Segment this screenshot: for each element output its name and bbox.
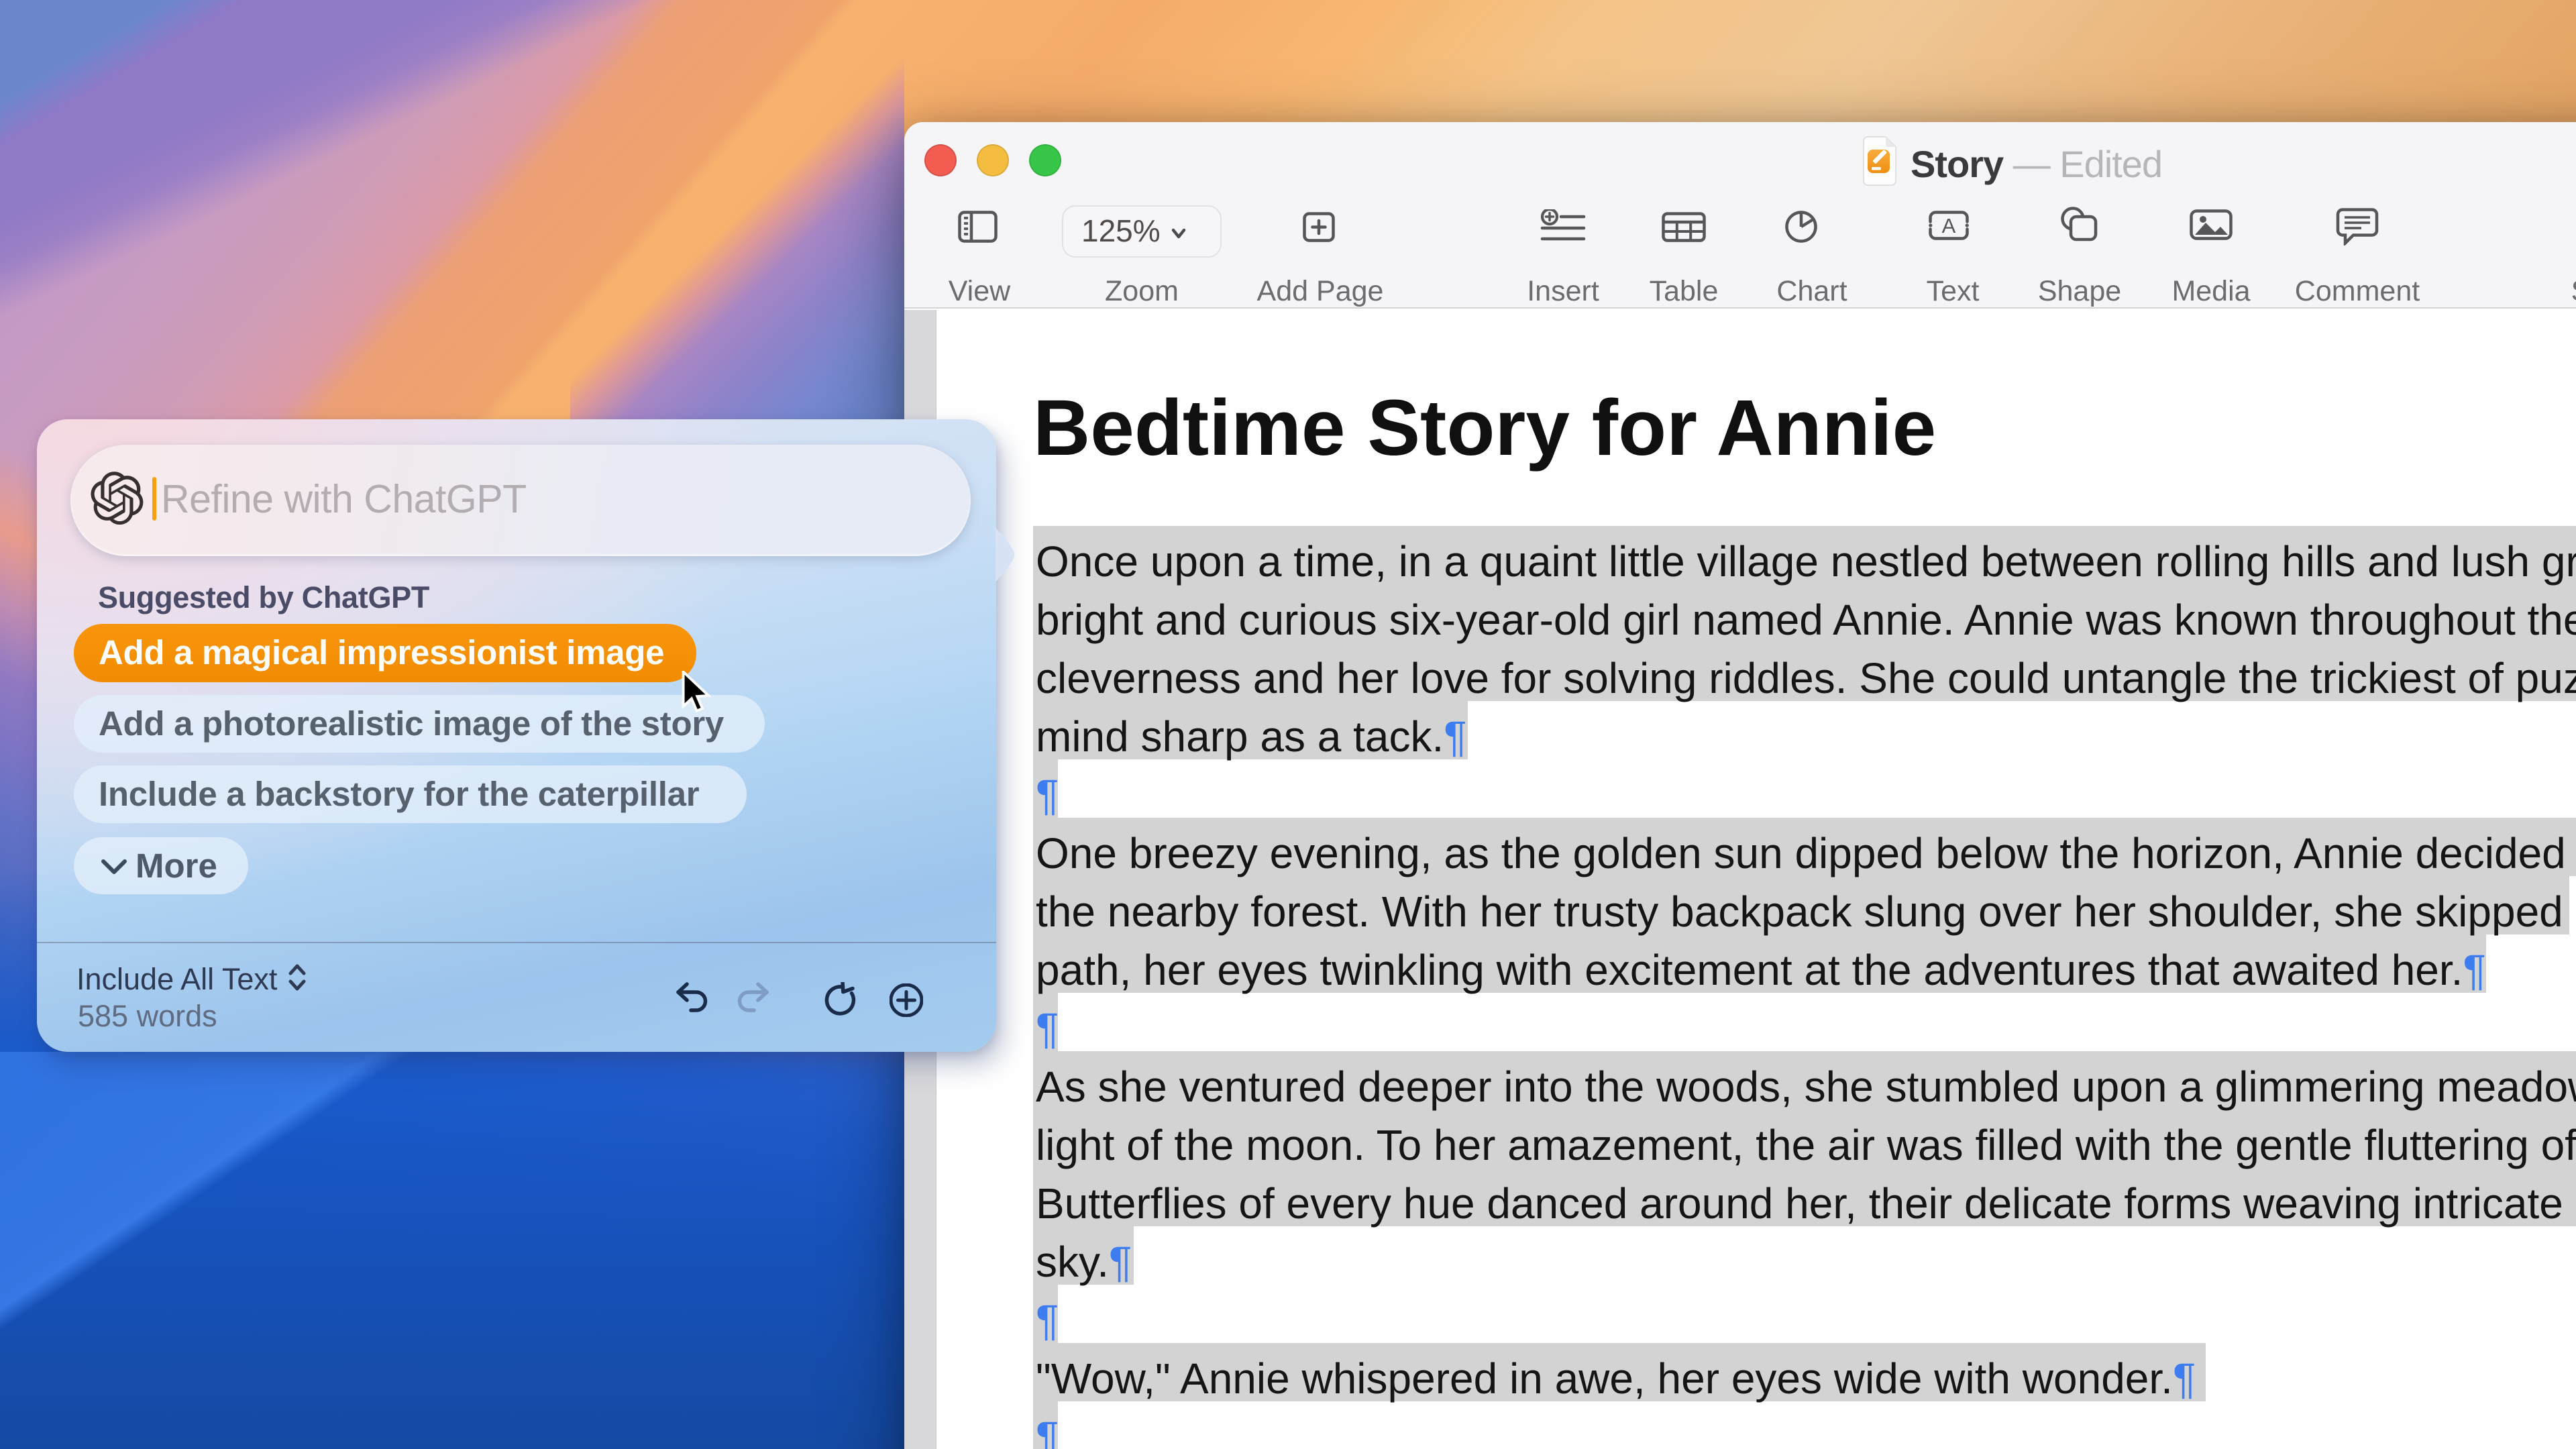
svg-text:A: A — [1942, 214, 1956, 237]
